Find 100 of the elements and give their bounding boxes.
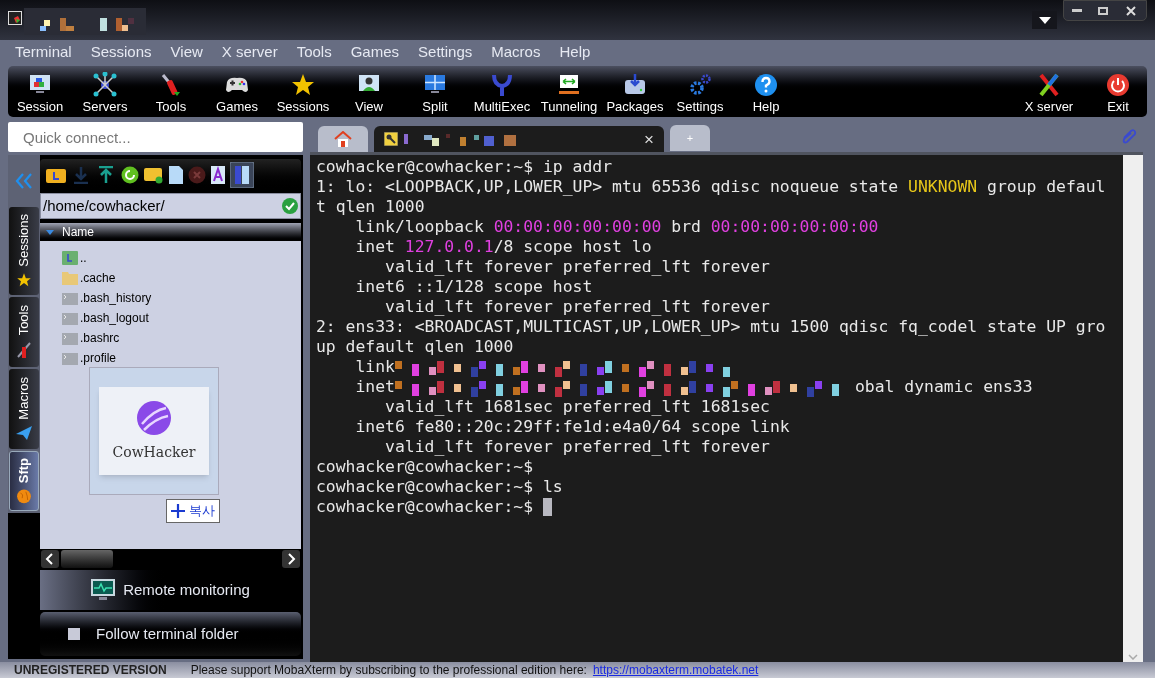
toolbar-button[interactable]: Games [204, 66, 270, 117]
terminal-text: link/loopback [354, 217, 485, 237]
terminal-text: 00:00:00:00:00:00 [493, 217, 662, 237]
side-tab[interactable]: Sftp [9, 451, 39, 511]
toolbar-button[interactable]: Servers [72, 66, 138, 117]
menu-item[interactable]: X server [221, 41, 278, 64]
star-icon [16, 272, 32, 289]
toolbar-button[interactable]: Help [732, 66, 800, 117]
home-icon [334, 131, 352, 147]
close-tab-icon[interactable]: × [644, 130, 654, 148]
quick-connect-field[interactable]: Quick connect... [8, 122, 303, 152]
settings-icon [687, 72, 713, 98]
toolbar-button[interactable]: MultiExec [468, 66, 536, 117]
file-row[interactable]: .bash_logout [62, 305, 149, 325]
menu-item[interactable]: Tools [296, 41, 332, 64]
paperclip-icon[interactable] [1121, 128, 1137, 144]
terminal-text: up default qlen 1000 [316, 337, 514, 357]
checkbox[interactable] [68, 628, 80, 640]
network-icon [92, 72, 118, 98]
status-message: Please support MobaXterm by subscribing to the professional edition here: [190, 663, 587, 677]
scrollbar-thumb[interactable] [61, 550, 113, 568]
parent-folder-icon [62, 251, 78, 265]
terminal-text: 127.0.0.1 [404, 237, 494, 257]
toolbar-button[interactable]: Tunneling [536, 66, 602, 117]
file-row[interactable]: .bash_history [62, 285, 152, 305]
power-icon [1105, 72, 1131, 98]
side-tab[interactable]: Sessions [9, 207, 39, 295]
terminal-text: inet6 fe80::20c:29ff:fe1d:e4a0/64 scope link [354, 417, 790, 437]
caret-down-icon [1038, 16, 1051, 24]
terminal-file-icon [62, 293, 78, 305]
menu-item[interactable]: Help [559, 41, 591, 64]
menu-item[interactable]: Sessions [90, 41, 152, 64]
terminal-text: cowhacker@cowhacker:~$ [316, 457, 534, 477]
paper-plane-icon [15, 425, 33, 442]
toolbar-button[interactable]: X server [1013, 66, 1085, 117]
text-file-icon[interactable] [211, 166, 225, 184]
fork-icon [489, 72, 515, 98]
side-tab[interactable]: Tools [9, 297, 39, 367]
side-tab[interactable]: Macros [9, 369, 39, 449]
key-icon [384, 132, 398, 146]
toolbar-button[interactable]: Exit [1093, 66, 1143, 117]
plus-icon [171, 504, 185, 518]
split-view-icon[interactable] [230, 162, 254, 188]
toolbar-button[interactable]: Settings [668, 66, 732, 117]
follow-terminal-checkbox[interactable]: Follow terminal folder [40, 612, 301, 656]
terminal-text: 1: lo: <LOOPBACK,UP,LOWER_UP> mtu 65536 qdisc noqueue state [316, 177, 900, 197]
close-icon [1126, 5, 1136, 16]
terminal-file-icon [62, 333, 78, 345]
status-link[interactable]: https://mobaxterm.mobatek.net [592, 663, 759, 677]
sort-arrow-icon [46, 229, 54, 235]
menu-item[interactable]: View [170, 41, 203, 64]
toolbar-button[interactable]: Split [402, 66, 468, 117]
scroll-down-icon [1128, 654, 1138, 660]
terminal-text: inet [354, 377, 395, 397]
file-icon[interactable] [169, 166, 183, 184]
scroll-left-icon[interactable] [41, 550, 59, 568]
terminal-text: valid_lft forever preferred_lft forever [384, 297, 770, 317]
logo-text: CowHacker [112, 442, 196, 462]
toolbar-button[interactable]: Packages [602, 66, 668, 117]
status-label: UNREGISTERED VERSION [14, 663, 167, 677]
scroll-right-icon[interactable] [282, 550, 300, 568]
terminal-file-icon [62, 313, 78, 325]
terminal-text: valid_lft forever preferred_lft forever [384, 437, 770, 457]
terminal-text: inet6 ::1/128 scope host [354, 277, 593, 297]
terminal-text: valid_lft forever preferred_lft forever [384, 257, 770, 277]
new-folder-icon[interactable] [144, 166, 164, 184]
globe-icon [16, 489, 32, 504]
terminal-text: group defaul [986, 177, 1106, 197]
terminal-text: inet [354, 237, 396, 257]
terminal-text: 00:00:00:00:00:00 [710, 217, 879, 237]
file-row[interactable]: .bashrc [62, 325, 120, 345]
monitor-pulse-icon [91, 579, 116, 601]
menu-item[interactable]: Terminal [15, 41, 72, 64]
file-row[interactable]: .cache [62, 265, 116, 285]
menu-item[interactable]: Macros [491, 41, 541, 64]
parent-folder-icon[interactable] [46, 167, 66, 183]
file-row[interactable]: .. [62, 245, 87, 265]
home-tab[interactable] [318, 126, 368, 152]
terminal-file-icon [62, 353, 78, 365]
terminal-text: UNKNOWN [908, 177, 978, 197]
vertical-scrollbar[interactable] [1123, 155, 1143, 662]
terminal-text: obal dynamic ens33 [854, 377, 1033, 397]
file-row[interactable]: .profile [62, 345, 117, 365]
refresh-icon[interactable] [121, 166, 139, 184]
terminal-text: valid_lft 1681sec preferred_lft 1681sec [384, 397, 770, 417]
toolbar-button[interactable]: Sessions [270, 66, 336, 117]
terminal-text: cowhacker@cowhacker:~$ [316, 497, 535, 517]
upload-icon[interactable] [96, 166, 116, 184]
terminal-text: t qlen 1000 [316, 197, 425, 217]
menu-item[interactable]: Games [350, 41, 400, 64]
toolbar-button[interactable]: Session [8, 66, 72, 117]
help-icon [753, 72, 779, 98]
toolbar-button[interactable]: View [336, 66, 402, 117]
dropdown-button[interactable] [1032, 11, 1057, 29]
horizontal-scrollbar[interactable] [40, 549, 301, 569]
star-icon [290, 72, 316, 98]
toolbar-button[interactable]: Tools [138, 66, 204, 117]
session-tab[interactable]: × [374, 126, 664, 152]
menu-item[interactable]: Settings [418, 41, 473, 64]
column-header[interactable]: Name [40, 223, 301, 241]
